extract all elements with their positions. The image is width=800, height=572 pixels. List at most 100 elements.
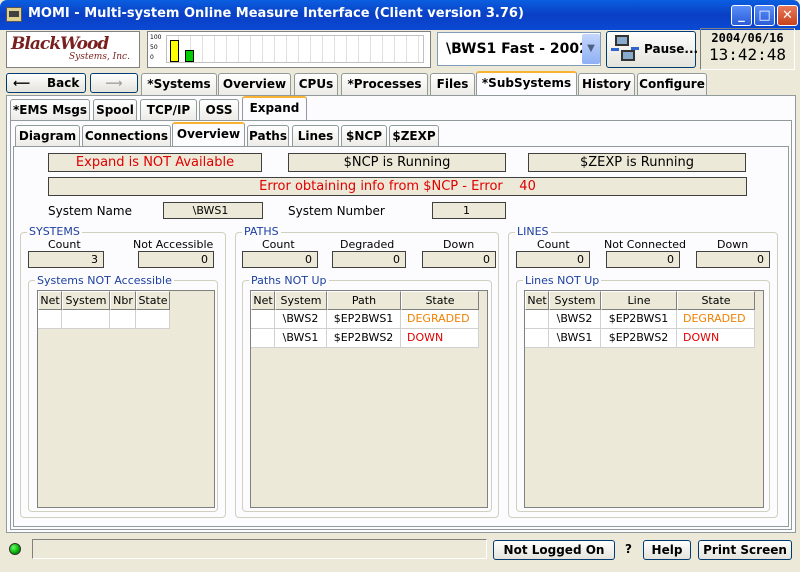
- column-header[interactable]: Net: [251, 291, 275, 310]
- expandtab-connections[interactable]: Connections: [82, 125, 171, 147]
- company-logo: BlackWood Systems, Inc.: [6, 31, 140, 68]
- systems-title: SYSTEMS: [27, 225, 82, 238]
- subtab-oss[interactable]: OSS: [199, 99, 239, 121]
- table-cell[interactable]: [525, 329, 549, 348]
- systems-na-table[interactable]: Net System Nbr State: [37, 290, 215, 508]
- paths-down-label: Down: [443, 238, 475, 251]
- column-header[interactable]: System: [549, 291, 601, 310]
- minimize-button[interactable]: _: [731, 5, 752, 26]
- column-header[interactable]: State: [677, 291, 755, 310]
- table-cell[interactable]: \BWS2: [275, 310, 327, 329]
- table-cell[interactable]: DOWN: [677, 329, 755, 348]
- column-header[interactable]: System: [275, 291, 327, 310]
- back-label: Back: [47, 76, 80, 90]
- column-header[interactable]: State: [136, 291, 170, 310]
- expandtab-zexp[interactable]: $ZEXP: [389, 125, 439, 147]
- paths-notup-title: Paths NOT Up: [249, 274, 329, 287]
- print-screen-button[interactable]: Print Screen: [698, 540, 792, 560]
- spark-bar: [185, 50, 194, 62]
- tab-history[interactable]: History: [578, 73, 635, 95]
- table-cell[interactable]: \BWS1: [275, 329, 327, 348]
- column-header[interactable]: Net: [38, 291, 62, 310]
- table-cell[interactable]: [251, 329, 275, 348]
- subtab-spool[interactable]: Spool: [93, 99, 137, 121]
- activity-sparkline: 100 50 0: [147, 31, 431, 68]
- lines-down-value: 0: [696, 251, 770, 268]
- subtab-expand[interactable]: Expand: [242, 96, 307, 120]
- tab-processes[interactable]: *Processes: [341, 73, 428, 95]
- lines-nc-label: Not Connected: [604, 238, 687, 251]
- expandtab-overview[interactable]: Overview: [172, 122, 245, 146]
- title-bar: MOMI - Multi-system Online Measure Inter…: [0, 0, 800, 30]
- expandtab-ncp[interactable]: $NCP: [341, 125, 387, 147]
- tab-subsystems[interactable]: *SubSystems: [476, 71, 577, 95]
- systems-na-label: Not Accessible: [133, 238, 214, 251]
- pause-button[interactable]: Pause...: [606, 31, 698, 68]
- column-header[interactable]: System: [62, 291, 110, 310]
- column-header[interactable]: Net: [525, 291, 549, 310]
- system-name-label: System Name: [48, 204, 132, 218]
- table-cell: [62, 310, 110, 329]
- tab-systems[interactable]: *Systems: [141, 73, 217, 95]
- paths-count-value: 0: [242, 251, 318, 268]
- clock-time: 13:42:48: [708, 45, 787, 64]
- table-cell[interactable]: $EP2BWS2: [327, 329, 401, 348]
- forward-button[interactable]: ⟶: [90, 73, 138, 93]
- table-cell[interactable]: \BWS1: [549, 329, 601, 348]
- tab-overview[interactable]: Overview: [218, 73, 291, 95]
- paths-notup-table[interactable]: Net System Path State \BWS2 $EP2BWS1 DEGRADED \…: [250, 290, 488, 508]
- paths-down-value: 0: [422, 251, 496, 268]
- table-cell[interactable]: $EP2BWS2: [601, 329, 677, 348]
- tab-files[interactable]: Files: [430, 73, 475, 95]
- subtab-emsmsgs[interactable]: *EMS Msgs: [10, 99, 90, 121]
- logo-subtext: Systems, Inc.: [69, 52, 130, 62]
- system-select-value: \BWS1 Fast - 2002: [446, 41, 589, 57]
- lines-count-label: Count: [537, 238, 570, 251]
- column-header[interactable]: Nbr: [110, 291, 136, 310]
- expandtab-paths[interactable]: Paths: [247, 125, 289, 147]
- table-cell[interactable]: \BWS2: [549, 310, 601, 329]
- paths-title: PATHS: [242, 225, 281, 238]
- subtab-tcpip[interactable]: TCP/IP: [140, 99, 197, 121]
- table-cell[interactable]: $EP2BWS1: [601, 310, 677, 329]
- tab-configure[interactable]: Configure: [637, 73, 707, 95]
- systems-count-label: Count: [48, 238, 81, 251]
- help-question-icon[interactable]: ?: [625, 542, 632, 556]
- table-cell[interactable]: [251, 310, 275, 329]
- systems-count-value: 3: [28, 251, 104, 268]
- system-number-label: System Number: [288, 204, 385, 218]
- ncp-status: $NCP is Running: [288, 153, 506, 172]
- table-cell[interactable]: [525, 310, 549, 329]
- maximize-button[interactable]: □: [754, 5, 775, 26]
- error-message: Error obtaining info from $NCP - Error 4…: [48, 177, 747, 196]
- paths-count-label: Count: [262, 238, 295, 251]
- login-status-button[interactable]: Not Logged On: [493, 540, 615, 560]
- lines-count-value: 0: [516, 251, 590, 268]
- expand-status: Expand is NOT Available: [48, 153, 262, 172]
- table-cell: [38, 310, 62, 329]
- column-header[interactable]: State: [401, 291, 479, 310]
- expandtab-lines[interactable]: Lines: [292, 125, 339, 147]
- column-header[interactable]: Line: [601, 291, 677, 310]
- lines-nc-value: 0: [606, 251, 680, 268]
- spark-tick-0: 0: [150, 54, 154, 61]
- table-cell[interactable]: DEGRADED: [401, 310, 479, 329]
- system-number-value: 1: [432, 202, 506, 219]
- computers-icon: [611, 35, 639, 64]
- systems-na-title: Systems NOT Accessible: [35, 274, 174, 287]
- chevron-down-icon[interactable]: ▼: [582, 34, 600, 64]
- back-button[interactable]: ⟵ Back: [6, 73, 86, 93]
- sparkline-area: [166, 35, 424, 63]
- table-cell[interactable]: DOWN: [401, 329, 479, 348]
- column-header[interactable]: Path: [327, 291, 401, 310]
- table-cell[interactable]: $EP2BWS1: [327, 310, 401, 329]
- expandtab-diagram[interactable]: Diagram: [15, 125, 80, 147]
- table-cell: [110, 310, 136, 329]
- close-button[interactable]: ✕: [777, 5, 798, 26]
- lines-title: LINES: [515, 225, 551, 238]
- lines-notup-table[interactable]: Net System Line State \BWS2 $EP2BWS1 DEGRADED \…: [524, 290, 764, 508]
- help-button[interactable]: Help: [643, 540, 691, 560]
- tab-cpus[interactable]: CPUs: [294, 73, 338, 95]
- system-select[interactable]: \BWS1 Fast - 2002 ▼: [437, 32, 601, 66]
- table-cell[interactable]: DEGRADED: [677, 310, 755, 329]
